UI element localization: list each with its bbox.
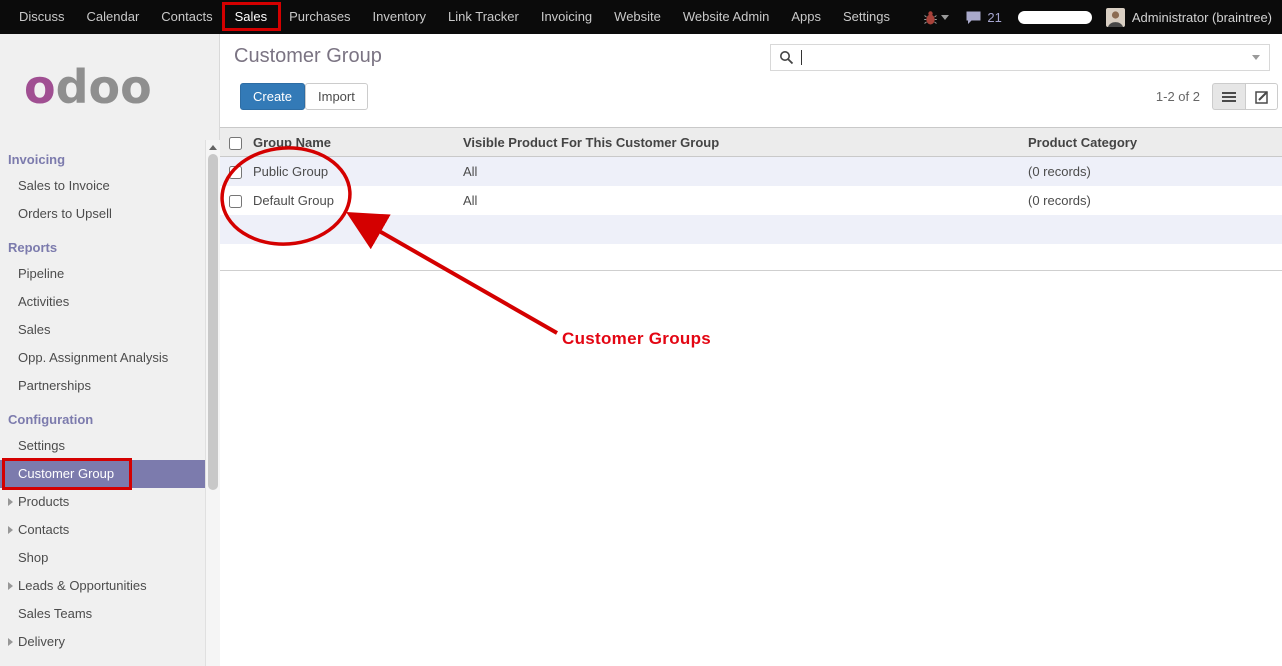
- debug-icon[interactable]: [924, 10, 937, 25]
- cell-product-category[interactable]: (0 records): [1025, 157, 1282, 187]
- odoo-logo: odoo: [0, 34, 219, 140]
- page-title: Customer Group: [234, 45, 382, 68]
- chevron-right-icon: [8, 638, 13, 646]
- menu-inventory[interactable]: Inventory: [362, 0, 437, 34]
- sidebar-item-customer-group[interactable]: Customer Group: [0, 460, 205, 488]
- import-button[interactable]: Import: [305, 83, 368, 110]
- cell-visible-product[interactable]: All: [460, 157, 1025, 187]
- logo-rest: doo: [56, 60, 152, 114]
- systray: 21 Administrator (braintree): [924, 8, 1282, 27]
- menu-purchases[interactable]: Purchases: [278, 0, 361, 34]
- sidebar-item-delivery[interactable]: Delivery: [0, 628, 205, 656]
- menu-website-admin[interactable]: Website Admin: [672, 0, 780, 34]
- sidebar-item-opp-assignment-analysis[interactable]: Opp. Assignment Analysis: [0, 344, 205, 372]
- search-icon: [779, 50, 794, 65]
- sidebar-item-label: Contacts: [18, 522, 69, 537]
- sidebar-section-configuration[interactable]: Configuration: [0, 408, 219, 432]
- sidebar-item-shop[interactable]: Shop: [0, 544, 205, 572]
- messages-count[interactable]: 21: [987, 10, 1001, 25]
- search-options-caret-icon[interactable]: [1243, 45, 1269, 70]
- progress-pill[interactable]: [1018, 11, 1092, 24]
- avatar[interactable]: [1106, 8, 1125, 27]
- form-view-button[interactable]: [1245, 83, 1278, 110]
- sidebar-item-partnerships[interactable]: Partnerships: [0, 372, 205, 400]
- cell-group-name[interactable]: Public Group: [250, 157, 460, 187]
- messages-icon[interactable]: [965, 10, 982, 25]
- sidebar-scrollbar[interactable]: [205, 140, 220, 666]
- sidebar-section-reports[interactable]: Reports: [0, 236, 219, 260]
- menu-discuss[interactable]: Discuss: [8, 0, 76, 34]
- search-bar: [770, 44, 1270, 71]
- menu-invoicing[interactable]: Invoicing: [530, 0, 603, 34]
- sidebar-item-settings[interactable]: Settings: [0, 432, 205, 460]
- scrollbar-thumb[interactable]: [208, 154, 218, 490]
- sidebar-item-leads-opportunities[interactable]: Leads & Opportunities: [0, 572, 205, 600]
- topbar: Discuss Calendar Contacts Sales Purchase…: [0, 0, 1282, 34]
- sidebar: odoo Invoicing Sales to Invoice Orders t…: [0, 34, 220, 666]
- sidebar-item-activities[interactable]: Activities: [0, 288, 205, 316]
- pager: 1-2 of 2: [1156, 83, 1278, 110]
- sidebar-item-label: Leads & Opportunities: [18, 578, 147, 593]
- sidebar-item-label: Products: [18, 494, 69, 509]
- row-checkbox[interactable]: [229, 166, 242, 179]
- column-group-name[interactable]: Group Name: [250, 128, 460, 157]
- sidebar-item-orders-to-upsell[interactable]: Orders to Upsell: [0, 200, 205, 228]
- scroll-up-icon[interactable]: [209, 145, 217, 150]
- sidebar-section-invoicing[interactable]: Invoicing: [0, 148, 219, 172]
- sidebar-item-pipeline[interactable]: Pipeline: [0, 260, 205, 288]
- user-menu[interactable]: Administrator (braintree): [1132, 10, 1272, 25]
- list-view-button[interactable]: [1212, 83, 1245, 110]
- sidebar-item-sales-teams[interactable]: Sales Teams: [0, 600, 205, 628]
- sidebar-item-products[interactable]: Products: [0, 488, 205, 516]
- menu-sales-label: Sales: [235, 9, 268, 24]
- view-switcher: [1212, 83, 1278, 110]
- menu-settings[interactable]: Settings: [832, 0, 901, 34]
- menu-sales[interactable]: Sales: [224, 0, 279, 34]
- chevron-right-icon: [8, 498, 13, 506]
- chevron-right-icon: [8, 526, 13, 534]
- sidebar-item-label: Delivery: [18, 634, 65, 649]
- search-input[interactable]: [802, 46, 1243, 69]
- menu-website[interactable]: Website: [603, 0, 672, 34]
- logo-first-letter: o: [24, 60, 56, 114]
- pager-range: 1-2 of 2: [1156, 89, 1200, 104]
- select-all-checkbox[interactable]: [229, 137, 242, 150]
- menu-apps[interactable]: Apps: [780, 0, 832, 34]
- table-header-row: Group Name Visible Product For This Cust…: [220, 128, 1282, 157]
- chevron-right-icon: [8, 582, 13, 590]
- row-checkbox[interactable]: [229, 195, 242, 208]
- table-row[interactable]: Default Group All (0 records): [220, 186, 1282, 215]
- menu-calendar[interactable]: Calendar: [76, 0, 151, 34]
- sidebar-item-sales[interactable]: Sales: [0, 316, 205, 344]
- cell-product-category[interactable]: (0 records): [1025, 186, 1282, 215]
- cell-group-name[interactable]: Default Group: [250, 186, 460, 215]
- column-product-category[interactable]: Product Category: [1025, 128, 1282, 157]
- sidebar-item-contacts[interactable]: Contacts: [0, 516, 205, 544]
- empty-row: [220, 244, 1282, 271]
- menu-link-tracker[interactable]: Link Tracker: [437, 0, 530, 34]
- menu-contacts[interactable]: Contacts: [150, 0, 223, 34]
- sidebar-item-sales-to-invoice[interactable]: Sales to Invoice: [0, 172, 205, 200]
- top-menu: Discuss Calendar Contacts Sales Purchase…: [0, 0, 901, 34]
- cell-visible-product[interactable]: All: [460, 186, 1025, 215]
- table-row[interactable]: Public Group All (0 records): [220, 157, 1282, 187]
- caret-down-icon[interactable]: [941, 15, 949, 20]
- column-visible-product[interactable]: Visible Product For This Customer Group: [460, 128, 1025, 157]
- empty-row: [220, 215, 1282, 244]
- create-button[interactable]: Create: [240, 83, 305, 110]
- odoo-screen: Discuss Calendar Contacts Sales Purchase…: [0, 0, 1282, 666]
- main-content: Customer Group Create Import 1-2 of 2: [220, 34, 1282, 666]
- customer-group-table: Group Name Visible Product For This Cust…: [220, 127, 1282, 271]
